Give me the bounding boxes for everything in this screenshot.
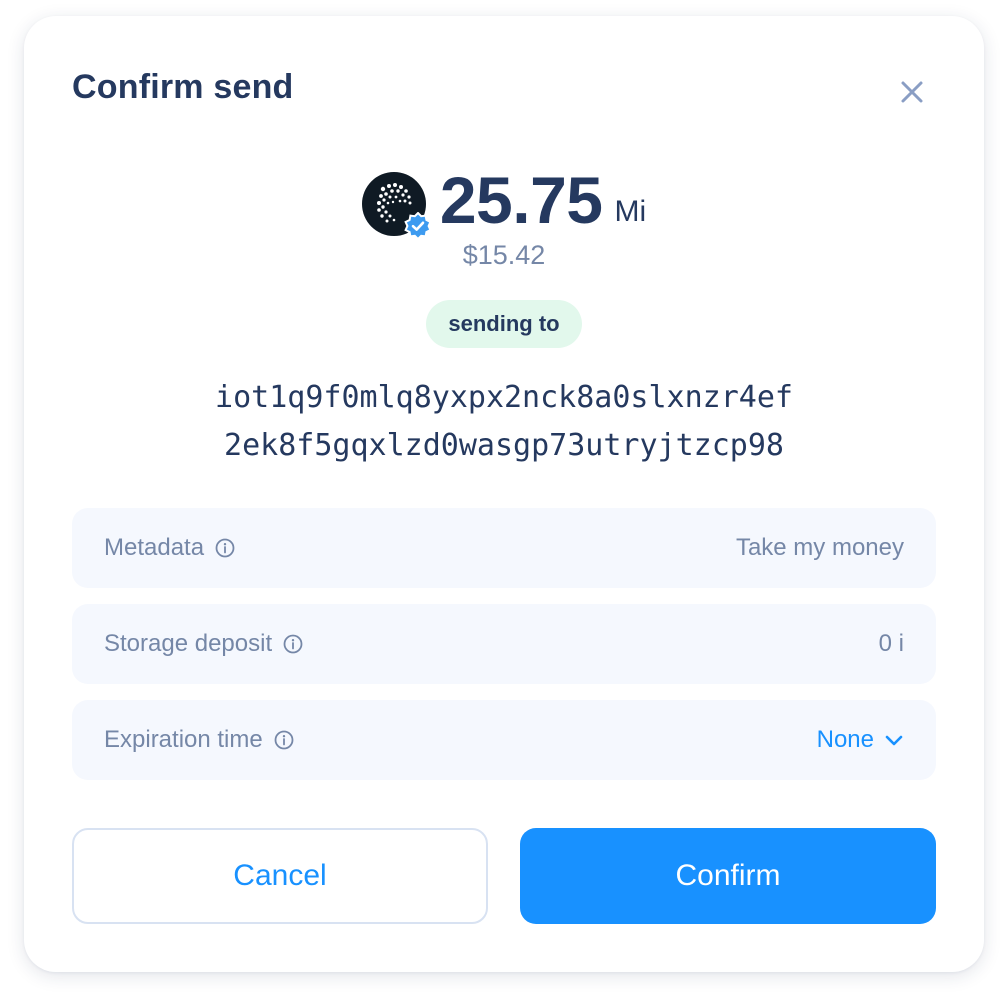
expiration-time-value: None bbox=[816, 726, 874, 753]
info-icon[interactable] bbox=[282, 633, 304, 655]
confirm-send-dialog: Confirm send 25.75 Mi $15.42 sending to … bbox=[24, 16, 984, 972]
info-icon[interactable] bbox=[273, 729, 295, 751]
address-line-1: iot1q9f0mlq8yxpx2nck8a0slxnzr4ef bbox=[215, 380, 793, 415]
storage-deposit-value: 0 i bbox=[878, 630, 904, 657]
metadata-value: Take my money bbox=[735, 534, 904, 561]
expiration-time-dropdown[interactable]: None bbox=[817, 726, 904, 754]
close-button[interactable] bbox=[892, 72, 932, 112]
chevron-down-icon bbox=[884, 730, 904, 750]
verified-badge-icon bbox=[404, 212, 432, 240]
storage-deposit-label-group: Storage deposit bbox=[104, 630, 304, 658]
info-icon[interactable] bbox=[214, 537, 236, 559]
expiration-time-row: Expiration time None bbox=[72, 700, 936, 780]
metadata-label: Metadata bbox=[104, 534, 205, 561]
expiration-time-label: Expiration time bbox=[104, 726, 263, 753]
dialog-title: Confirm send bbox=[72, 68, 294, 106]
cancel-button[interactable]: Cancel bbox=[72, 828, 488, 924]
amount-value: 25.75 bbox=[439, 163, 603, 237]
fiat-value: $15.42 bbox=[462, 240, 546, 270]
sending-to-badge: sending to bbox=[426, 300, 582, 348]
recipient-address: iot1q9f0mlq8yxpx2nck8a0slxnzr4ef 2ek8f5g… bbox=[24, 374, 984, 470]
sending-to-badge-wrap: sending to bbox=[24, 300, 984, 348]
address-line-2: 2ek8f5gqxlzd0wasgp73utryjtzcp98 bbox=[224, 428, 784, 463]
metadata-label-group: Metadata bbox=[104, 534, 236, 562]
storage-deposit-label: Storage deposit bbox=[104, 630, 273, 657]
amount-unit: Mi bbox=[614, 195, 647, 228]
iota-logo-icon bbox=[361, 172, 432, 240]
amount-row: 25.75 Mi bbox=[24, 163, 984, 240]
confirm-button[interactable]: Confirm bbox=[520, 828, 936, 924]
storage-deposit-row: Storage deposit 0 i bbox=[72, 604, 936, 684]
expiration-time-label-group: Expiration time bbox=[104, 726, 295, 754]
metadata-row: Metadata Take my money bbox=[72, 508, 936, 588]
close-icon bbox=[901, 81, 923, 103]
